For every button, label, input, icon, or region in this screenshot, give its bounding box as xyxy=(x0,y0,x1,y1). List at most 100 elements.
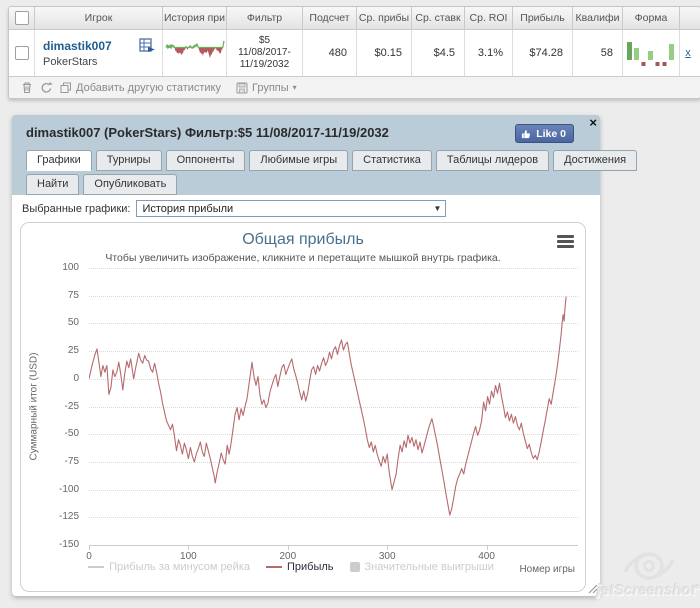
legend-line-icon xyxy=(88,566,105,568)
avg-stake-cell: $4.5 xyxy=(412,30,465,76)
legend-item-disabled[interactable]: Значительные выигрыши xyxy=(349,561,494,573)
profit-chart: Общая прибыль Чтобы увеличить изображени… xyxy=(20,222,586,592)
y-tick-label: -75 xyxy=(64,455,79,467)
select-all-checkbox[interactable] xyxy=(14,11,29,25)
player-cell: dimastik007 PokerStars xyxy=(35,30,163,76)
column-header-3[interactable]: Фильтр xyxy=(227,7,303,29)
chart-legend: Прибыль за минусом рейка Прибыль Значитель… xyxy=(21,561,561,573)
y-tick-label: -150 xyxy=(58,539,79,550)
chart-plot-area[interactable] xyxy=(89,268,578,546)
remove-cell: x xyxy=(680,30,696,76)
filter-line: $5 xyxy=(258,35,271,46)
avg-roi-cell: 3.1% xyxy=(465,30,513,76)
row-checkbox-cell xyxy=(9,30,35,76)
thumb-up-icon xyxy=(522,130,531,139)
groups-button[interactable]: Группы ▾ xyxy=(236,82,297,94)
x-tick-mark xyxy=(89,546,90,550)
form-mini-chart xyxy=(627,42,674,66)
tab-Любимые игры[interactable]: Любимые игры xyxy=(249,150,349,171)
table-header-row: Игрок История при Фильтр Подсчет Ср. прибы Ср… xyxy=(9,7,700,30)
tab-Достижения[interactable]: Достижения xyxy=(553,150,638,171)
legend-item-disabled[interactable]: Прибыль за минусом рейка xyxy=(88,561,250,573)
graph-select-value: История прибыли xyxy=(142,202,234,215)
tab-Турниры[interactable]: Турниры xyxy=(95,150,162,171)
tab-Оппоненты[interactable]: Оппоненты xyxy=(165,150,246,171)
column-header-4[interactable]: Подсчет xyxy=(303,7,357,29)
selected-graphs-label: Выбранные графики: xyxy=(22,202,131,215)
count-cell: 480 xyxy=(303,30,357,76)
legend-item-enabled[interactable]: Прибыль xyxy=(266,561,334,573)
chart-subtitle: Чтобы увеличить изображение, кликните и … xyxy=(105,252,501,264)
table-toolbar: Добавить другую статистику Группы ▾ xyxy=(9,77,700,98)
filter-cell: $5 11/08/2017- 11/19/2032 xyxy=(227,30,303,76)
history-sparkline-cell[interactable] xyxy=(163,30,227,76)
y-tick-label: 100 xyxy=(62,262,79,273)
watermark-logo-icon xyxy=(623,552,675,580)
player-site: PokerStars xyxy=(43,55,98,68)
tab-Статистика[interactable]: Статистика xyxy=(352,150,432,171)
export-table-icon[interactable] xyxy=(139,38,156,56)
y-tick-label: 25 xyxy=(67,345,79,357)
form-cell xyxy=(623,30,680,76)
profit-cell: $74.28 xyxy=(513,30,573,76)
tabs-row-2: Найти Опубликовать xyxy=(26,174,178,195)
y-tick-label: -25 xyxy=(64,400,79,412)
filter-line: 11/08/2017- xyxy=(238,47,291,58)
watermark: jetScreenshotcom xyxy=(597,550,700,608)
qualified-cell: 58 xyxy=(573,30,623,76)
selected-graphs-row: Выбранные графики: История прибыли ▼ xyxy=(22,200,447,217)
x-tick-mark xyxy=(486,546,488,550)
watermark-text: jetScreenshotcom xyxy=(597,582,700,599)
y-tick-label: -100 xyxy=(58,483,79,495)
y-tick-label: 0 xyxy=(73,372,79,384)
column-header-1[interactable]: Игрок xyxy=(35,7,163,29)
delete-button[interactable] xyxy=(21,81,33,94)
column-header-2[interactable]: История при xyxy=(163,7,227,29)
header-spacer-cell xyxy=(680,7,696,29)
y-tick-label: -125 xyxy=(58,511,79,523)
groups-caret-icon: ▾ xyxy=(292,83,297,92)
graph-select[interactable]: История прибыли ▼ xyxy=(136,200,447,217)
column-header-7[interactable]: Ср. ROI xyxy=(465,7,513,29)
tab-Найти[interactable]: Найти xyxy=(26,174,80,195)
y-tick-label: 50 xyxy=(67,317,79,329)
panel-close-icon[interactable]: × xyxy=(589,116,597,129)
table-row: dimastik007 PokerStars $5 11/08/2017- 11… xyxy=(9,30,700,77)
stats-table-card: Игрок История при Фильтр Подсчет Ср. прибы Ср… xyxy=(8,6,700,99)
like-label: Like 0 xyxy=(536,127,566,140)
column-header-10[interactable]: Форма xyxy=(623,7,680,29)
avg-profit-cell: $0.15 xyxy=(357,30,412,76)
column-header-5[interactable]: Ср. прибы xyxy=(357,7,412,29)
x-tick-mark xyxy=(188,546,190,550)
page: Игрок История при Фильтр Подсчет Ср. прибы Ср… xyxy=(0,0,700,608)
tab-Таблицы лидеров[interactable]: Таблицы лидеров xyxy=(435,150,550,171)
add-statistic-label: Добавить другую статистику xyxy=(76,81,221,94)
chart-menu-icon[interactable] xyxy=(557,235,574,250)
add-statistic-button[interactable]: Добавить другую статистику xyxy=(60,82,221,94)
select-caret-icon: ▼ xyxy=(433,204,442,213)
panel-title: dimastik007 (PokerStars) Фильтр:$5 11/08… xyxy=(26,125,389,140)
panel-content: Выбранные графики: История прибыли ▼ Общ… xyxy=(12,195,600,596)
player-name-link[interactable]: dimastik007 xyxy=(43,39,112,53)
x-tick-mark xyxy=(287,546,289,550)
column-header-8[interactable]: Прибыль xyxy=(513,7,573,29)
row-checkbox[interactable] xyxy=(14,46,29,60)
history-sparkline xyxy=(164,40,225,58)
y-tick-label: 75 xyxy=(67,289,79,301)
legend-label: Прибыль xyxy=(287,561,334,573)
chart-title: Общая прибыль xyxy=(242,231,364,248)
tab-Графики[interactable]: Графики xyxy=(26,150,92,171)
tab-Опубликовать[interactable]: Опубликовать xyxy=(83,174,178,195)
column-header-6[interactable]: Ср. ставк xyxy=(412,7,465,29)
facebook-like-button[interactable]: Like 0 xyxy=(515,124,574,143)
filter-line: 11/19/2032 xyxy=(239,59,290,70)
header-checkbox-cell xyxy=(9,7,35,29)
groups-label: Группы xyxy=(252,81,289,94)
x-axis-label: Номер игры xyxy=(519,564,575,575)
refresh-button[interactable] xyxy=(40,81,53,94)
column-header-9[interactable]: Квалифи xyxy=(573,7,623,29)
tabs-row-1: Графики Турниры Оппоненты Любимые игры Стати… xyxy=(26,150,638,171)
player-panel: × dimastik007 (PokerStars) Фильтр:$5 11/… xyxy=(12,115,638,596)
legend-label: Прибыль за минусом рейка xyxy=(109,561,250,573)
remove-link[interactable]: x xyxy=(685,47,691,59)
